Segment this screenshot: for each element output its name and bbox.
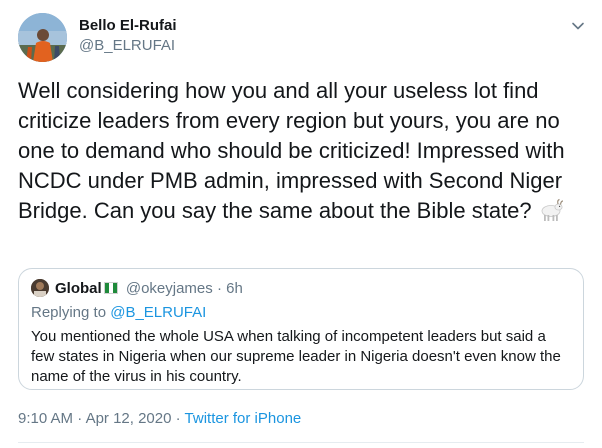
tweet-meta: 9:10 AM · Apr 12, 2020 · Twitter for iPh… xyxy=(18,410,301,427)
author-handle[interactable]: @B_ELRUFAI xyxy=(79,37,175,54)
chevron-down-icon[interactable] xyxy=(567,15,589,37)
replying-to: Replying to @B_ELRUFAI xyxy=(31,304,206,321)
quoted-tweet[interactable]: Global @okeyjames · 6h Replying to @B_EL… xyxy=(18,268,584,390)
tweet-text: Well considering how you and all your us… xyxy=(18,76,594,230)
replying-to-handle[interactable]: @B_ELRUFAI xyxy=(110,304,206,321)
author-avatar[interactable] xyxy=(18,13,67,62)
nigeria-flag-icon xyxy=(103,282,118,294)
tweet-date[interactable]: Apr 12, 2020 xyxy=(86,410,172,427)
tweet-body: Well considering how you and all your us… xyxy=(18,78,565,223)
quoted-timestamp: 6h xyxy=(226,280,243,297)
author-name[interactable]: Bello El-Rufai xyxy=(79,17,177,34)
tweet-card: Bello El-Rufai @B_ELRUFAI Well consideri… xyxy=(0,0,602,448)
replying-prefix: Replying to xyxy=(31,304,107,321)
avatar-image xyxy=(18,13,67,62)
goat-emoji-icon xyxy=(538,198,564,230)
divider xyxy=(18,442,584,443)
quoted-author-name: Global xyxy=(55,280,102,297)
quoted-separator: · xyxy=(216,280,222,297)
quoted-author-handle: @okeyjames xyxy=(125,280,213,297)
tweet-time[interactable]: 9:10 AM xyxy=(18,410,73,427)
meta-separator: · xyxy=(175,410,181,427)
quoted-author-avatar xyxy=(31,279,49,297)
meta-separator: · xyxy=(77,410,83,427)
quoted-text: You mentioned the whole USA when talking… xyxy=(31,328,561,385)
tweet-source-link[interactable]: Twitter for iPhone xyxy=(185,410,302,427)
quoted-header: Global @okeyjames · 6h xyxy=(55,280,243,297)
